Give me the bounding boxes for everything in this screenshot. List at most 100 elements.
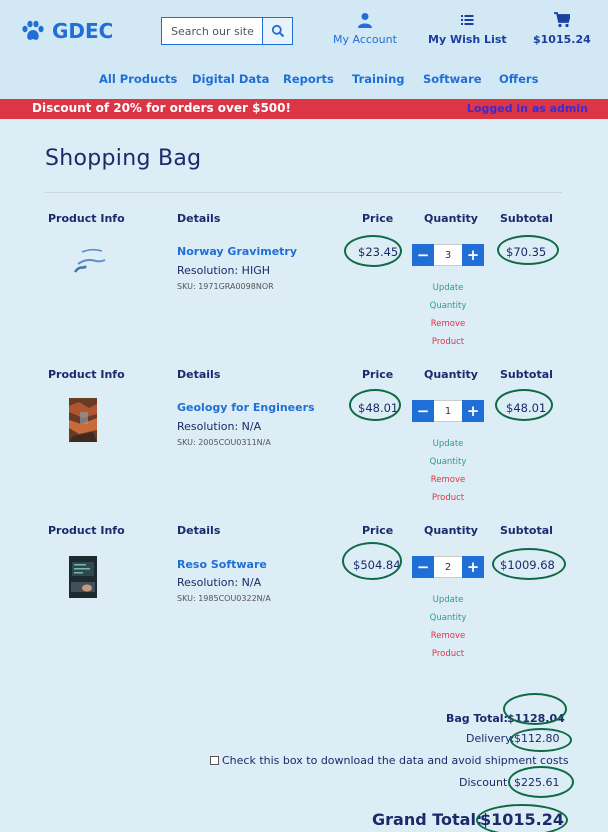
wish-list-label: My Wish List: [428, 33, 507, 46]
bag-total-label: Bag Total:: [446, 712, 508, 725]
product-thumbnail-software[interactable]: [69, 556, 97, 598]
promo-banner: Discount of 20% for orders over $500! Lo…: [0, 99, 608, 119]
column-header-product-info: Product Info: [48, 212, 125, 225]
column-header-details: Details: [177, 212, 221, 225]
download-option: Check this box to download the data and …: [210, 754, 569, 767]
update-quantity-link[interactable]: Update Quantity: [418, 435, 478, 471]
wish-list-link[interactable]: My Wish List: [428, 12, 507, 46]
my-account-link[interactable]: My Account: [333, 12, 397, 46]
discount-value: $225.61: [514, 776, 560, 789]
quantity-stepper: − 2 +: [412, 556, 484, 578]
product-thumbnail-norway[interactable]: [70, 246, 110, 278]
column-header-product-info: Product Info: [48, 524, 125, 537]
column-header-quantity: Quantity: [424, 368, 478, 381]
remove-product-line-2: Product: [431, 649, 465, 659]
item-subtotal: $70.35: [506, 245, 547, 259]
product-name-link[interactable]: Reso Software: [177, 558, 267, 571]
product-name-link[interactable]: Norway Gravimetry: [177, 245, 297, 258]
remove-product-line-1: Remove: [430, 631, 466, 641]
column-header-subtotal: Subtotal: [500, 212, 553, 225]
increase-quantity-button[interactable]: +: [462, 400, 484, 422]
column-header-subtotal: Subtotal: [500, 524, 553, 537]
search-button[interactable]: [262, 18, 292, 44]
title-divider: [45, 192, 562, 193]
item-subtotal: $1009.68: [500, 558, 555, 572]
remove-product-line-1: Remove: [430, 475, 466, 485]
download-data-checkbox[interactable]: [210, 756, 219, 765]
product-resolution: Resolution: N/A: [177, 420, 262, 433]
quantity-input[interactable]: 3: [434, 244, 462, 266]
nav-all-products[interactable]: All Products: [99, 72, 177, 86]
site-header: GDEC My Account My Wish List: [0, 0, 608, 99]
brand-name: GDEC: [52, 19, 114, 43]
remove-product-link[interactable]: Remove Product: [418, 471, 478, 507]
update-quantity-line-1: Update: [432, 595, 464, 605]
update-quantity-link[interactable]: Update Quantity: [418, 279, 478, 315]
cart-link[interactable]: $1015.24: [533, 12, 591, 46]
login-status[interactable]: Logged in as admin: [467, 102, 588, 115]
update-quantity-line-2: Quantity: [429, 613, 467, 623]
promo-text: Discount of 20% for orders over $500!: [32, 101, 291, 115]
column-header-quantity: Quantity: [424, 212, 478, 225]
item-subtotal: $48.01: [506, 401, 547, 415]
column-header-details: Details: [177, 524, 221, 537]
download-data-checkbox-label: Check this box to download the data and …: [222, 754, 569, 767]
increase-quantity-button[interactable]: +: [462, 556, 484, 578]
item-price: $504.84: [353, 558, 401, 572]
my-account-label: My Account: [333, 33, 397, 46]
quantity-stepper: − 3 +: [412, 244, 484, 266]
column-header-price: Price: [362, 212, 394, 225]
remove-product-line-1: Remove: [430, 319, 466, 329]
update-quantity-link[interactable]: Update Quantity: [418, 591, 478, 627]
remove-product-line-2: Product: [431, 493, 465, 503]
search-icon: [271, 24, 284, 38]
column-header-price: Price: [362, 368, 394, 381]
update-quantity-line-2: Quantity: [429, 301, 467, 311]
quantity-input[interactable]: 1: [434, 400, 462, 422]
column-header-product-info: Product Info: [48, 368, 125, 381]
discount-label: Discount:: [459, 776, 511, 789]
user-icon: [357, 13, 372, 28]
item-price: $23.45: [358, 245, 399, 259]
cart-icon: [553, 12, 570, 28]
nav-reports[interactable]: Reports: [283, 72, 334, 86]
product-sku: SKU: 1971GRA0098NOR: [177, 282, 274, 291]
decrease-quantity-button[interactable]: −: [412, 244, 434, 266]
quantity-stepper: − 1 +: [412, 400, 484, 422]
product-sku: SKU: 1985COU0322N/A: [177, 594, 271, 603]
item-price: $48.01: [358, 401, 399, 415]
update-quantity-line-1: Update: [432, 283, 464, 293]
remove-product-link[interactable]: Remove Product: [418, 627, 478, 663]
nav-software[interactable]: Software: [423, 72, 482, 86]
list-icon: [461, 15, 474, 25]
remove-product-link[interactable]: Remove Product: [418, 315, 478, 351]
product-name-link[interactable]: Geology for Engineers: [177, 401, 315, 414]
search-box: [161, 17, 293, 45]
decrease-quantity-button[interactable]: −: [412, 556, 434, 578]
decrease-quantity-button[interactable]: −: [412, 400, 434, 422]
update-quantity-line-1: Update: [432, 439, 464, 449]
product-thumbnail-geology[interactable]: [69, 398, 97, 442]
paw-icon: [22, 20, 44, 40]
bag-total-value: $1128.04: [507, 712, 565, 725]
product-sku: SKU: 2005COU0311N/A: [177, 438, 271, 447]
nav-training[interactable]: Training: [352, 72, 405, 86]
product-resolution: Resolution: N/A: [177, 576, 262, 589]
delivery-value: $112.80: [514, 732, 560, 745]
increase-quantity-button[interactable]: +: [462, 244, 484, 266]
delivery-label: Delivery:: [466, 732, 515, 745]
product-resolution: Resolution: HIGH: [177, 264, 270, 277]
quantity-input[interactable]: 2: [434, 556, 462, 578]
nav-digital-data[interactable]: Digital Data: [192, 72, 269, 86]
brand-logo[interactable]: GDEC: [20, 18, 113, 44]
column-header-price: Price: [362, 524, 394, 537]
grand-total-value: $1015.24: [480, 810, 565, 829]
remove-product-line-2: Product: [431, 337, 465, 347]
nav-offers[interactable]: Offers: [499, 72, 538, 86]
grand-total-label: Grand Total:: [372, 810, 483, 829]
column-header-subtotal: Subtotal: [500, 368, 553, 381]
search-input[interactable]: [162, 18, 262, 44]
update-quantity-line-2: Quantity: [429, 457, 467, 467]
column-header-quantity: Quantity: [424, 524, 478, 537]
column-header-details: Details: [177, 368, 221, 381]
